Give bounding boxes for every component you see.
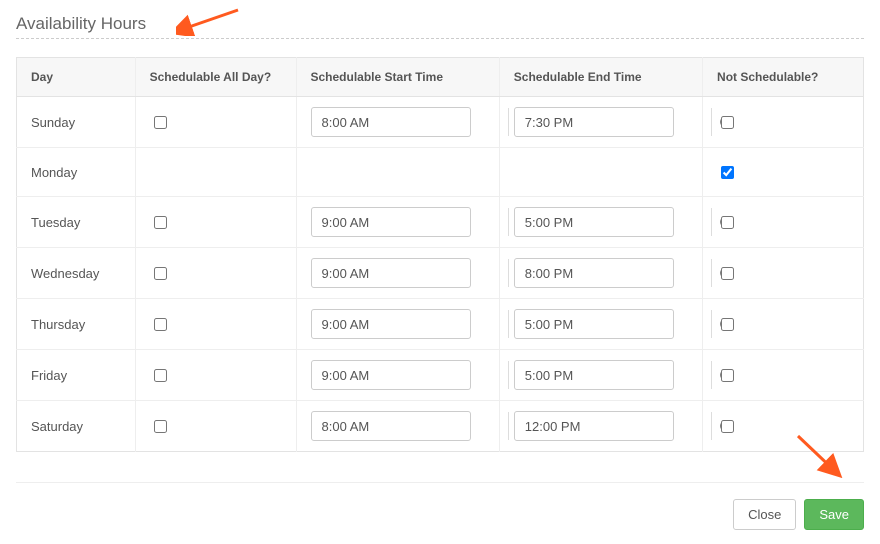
end-time-field[interactable] [514, 360, 674, 390]
start-time-input[interactable] [312, 115, 508, 130]
allday-cell [135, 401, 296, 452]
start-time-input[interactable] [312, 317, 508, 332]
end-time-input[interactable] [515, 317, 711, 332]
allday-cell [135, 299, 296, 350]
section-title-text: Availability Hours [16, 14, 146, 33]
allday-checkbox[interactable] [154, 267, 167, 280]
allday-cell [135, 97, 296, 148]
start-cell [296, 97, 499, 148]
col-header-allday: Schedulable All Day? [135, 58, 296, 97]
end-cell [499, 197, 702, 248]
not-schedulable-checkbox[interactable] [721, 216, 734, 229]
start-time-input[interactable] [312, 419, 508, 434]
col-header-day: Day [17, 58, 136, 97]
not-cell [703, 197, 864, 248]
col-header-start: Schedulable Start Time [296, 58, 499, 97]
day-cell: Friday [17, 350, 136, 401]
not-schedulable-checkbox[interactable] [721, 166, 734, 179]
end-cell [499, 248, 702, 299]
section-title: Availability Hours [16, 14, 864, 39]
table-row: Wednesday [17, 248, 864, 299]
not-schedulable-checkbox[interactable] [721, 267, 734, 280]
not-schedulable-checkbox[interactable] [721, 116, 734, 129]
not-cell [703, 299, 864, 350]
allday-cell [135, 248, 296, 299]
end-time-field[interactable] [514, 107, 674, 137]
start-time-input[interactable] [312, 368, 508, 383]
col-header-not: Not Schedulable? [703, 58, 864, 97]
not-cell [703, 148, 864, 197]
allday-checkbox[interactable] [154, 420, 167, 433]
col-header-end: Schedulable End Time [499, 58, 702, 97]
start-time-input[interactable] [312, 266, 508, 281]
start-time-field[interactable] [311, 258, 471, 288]
end-time-input[interactable] [515, 266, 711, 281]
table-row: Tuesday [17, 197, 864, 248]
allday-cell [135, 148, 296, 197]
table-row: Saturday [17, 401, 864, 452]
end-cell [499, 97, 702, 148]
not-cell [703, 248, 864, 299]
table-row: Friday [17, 350, 864, 401]
not-schedulable-checkbox[interactable] [721, 420, 734, 433]
not-schedulable-checkbox[interactable] [721, 318, 734, 331]
end-time-field[interactable] [514, 411, 674, 441]
start-cell [296, 248, 499, 299]
table-row: Monday [17, 148, 864, 197]
end-time-input[interactable] [515, 419, 711, 434]
day-cell: Tuesday [17, 197, 136, 248]
end-cell [499, 350, 702, 401]
table-row: Thursday [17, 299, 864, 350]
day-cell: Saturday [17, 401, 136, 452]
not-cell [703, 401, 864, 452]
end-cell [499, 401, 702, 452]
annotation-arrow-icon [176, 6, 246, 36]
start-time-field[interactable] [311, 309, 471, 339]
end-time-input[interactable] [515, 115, 711, 130]
save-button[interactable]: Save [804, 499, 864, 530]
not-schedulable-checkbox[interactable] [721, 369, 734, 382]
end-time-input[interactable] [515, 215, 711, 230]
start-time-input[interactable] [312, 215, 508, 230]
allday-checkbox[interactable] [154, 369, 167, 382]
allday-checkbox[interactable] [154, 216, 167, 229]
allday-checkbox[interactable] [154, 318, 167, 331]
start-time-field[interactable] [311, 107, 471, 137]
start-time-field[interactable] [311, 411, 471, 441]
close-button[interactable]: Close [733, 499, 796, 530]
end-time-field[interactable] [514, 258, 674, 288]
day-cell: Monday [17, 148, 136, 197]
availability-table: Day Schedulable All Day? Schedulable Sta… [16, 57, 864, 452]
start-time-field[interactable] [311, 360, 471, 390]
allday-cell [135, 197, 296, 248]
start-cell [296, 401, 499, 452]
footer: Close Save [16, 482, 864, 530]
start-cell [296, 299, 499, 350]
start-cell [296, 350, 499, 401]
allday-cell [135, 350, 296, 401]
end-time-field[interactable] [514, 207, 674, 237]
day-cell: Sunday [17, 97, 136, 148]
table-row: Sunday [17, 97, 864, 148]
start-cell [296, 148, 499, 197]
start-time-field[interactable] [311, 207, 471, 237]
not-cell [703, 350, 864, 401]
end-cell [499, 148, 702, 197]
not-cell [703, 97, 864, 148]
end-time-field[interactable] [514, 309, 674, 339]
end-cell [499, 299, 702, 350]
day-cell: Wednesday [17, 248, 136, 299]
day-cell: Thursday [17, 299, 136, 350]
start-cell [296, 197, 499, 248]
end-time-input[interactable] [515, 368, 711, 383]
allday-checkbox[interactable] [154, 116, 167, 129]
